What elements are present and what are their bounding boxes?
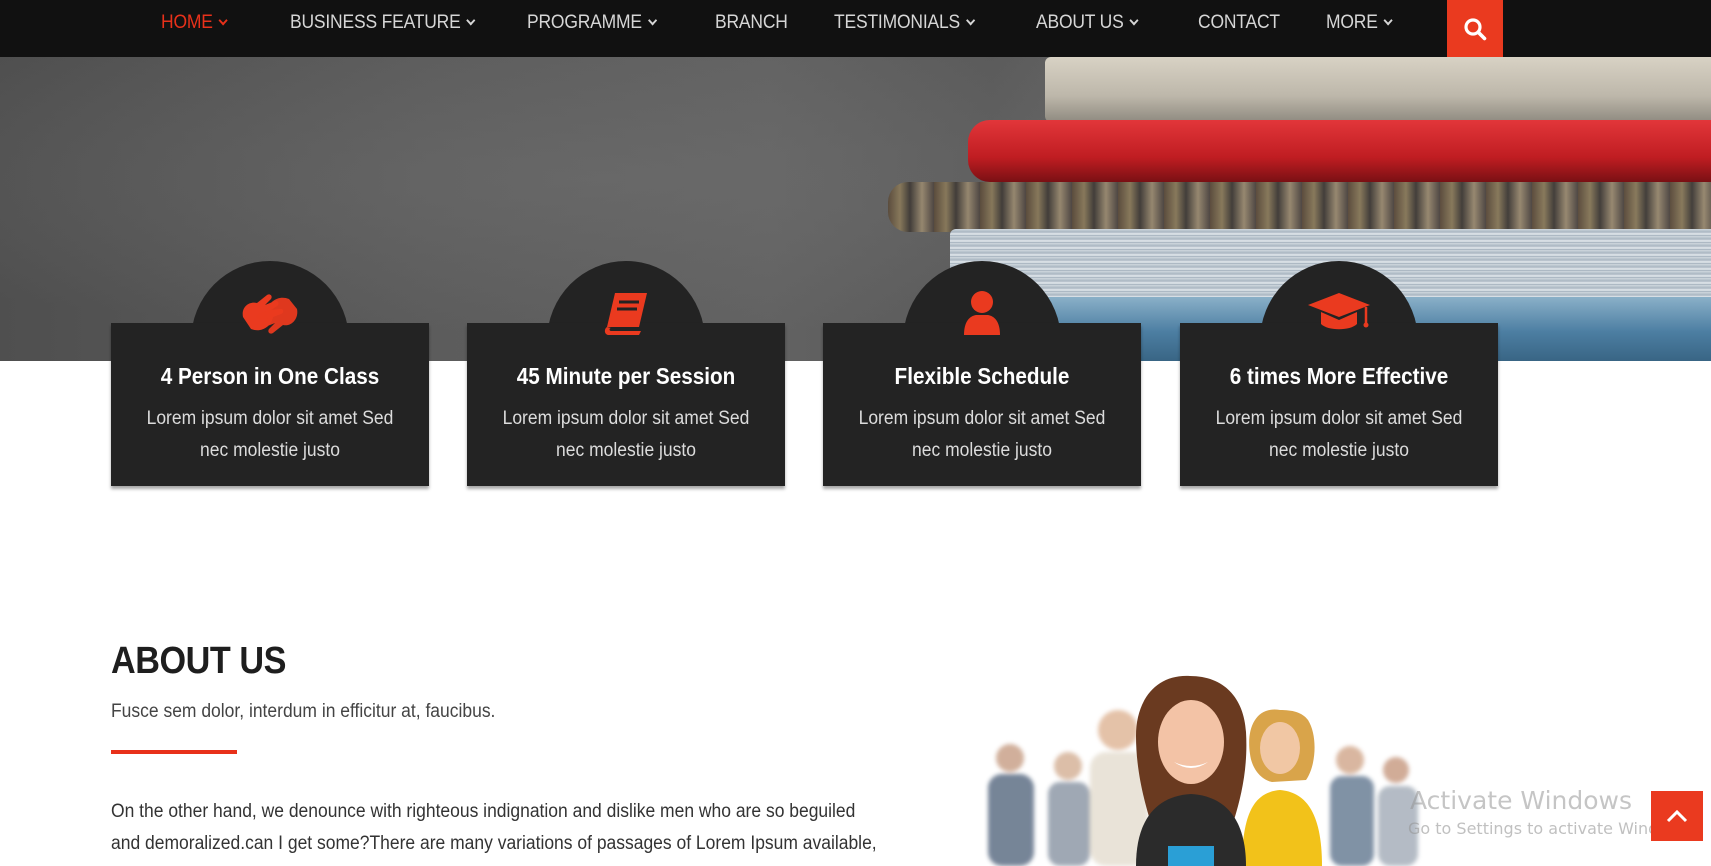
feature-text: Lorem ipsum dolor sit amet Sed nec moles… bbox=[1215, 408, 1463, 461]
chevron-down-icon bbox=[966, 15, 976, 26]
book-icon bbox=[586, 283, 666, 343]
feature-card-2: 45 Minute per Session Lorem ipsum dolor … bbox=[467, 323, 785, 486]
nav-contact-label: CONTACT bbox=[1198, 12, 1280, 33]
about-subtitle: Fusce sem dolor, interdum in efficitur a… bbox=[111, 701, 496, 722]
chevron-up-icon bbox=[1666, 809, 1688, 823]
students-photo bbox=[950, 670, 1470, 866]
feature-text: Lorem ipsum dolor sit amet Sed nec moles… bbox=[858, 408, 1106, 461]
nav-home-label: HOME bbox=[161, 12, 213, 33]
feature-card-4: 6 times More Effective Lorem ipsum dolor… bbox=[1180, 323, 1498, 486]
nav-more-label: MORE bbox=[1326, 12, 1378, 33]
activate-windows-title: Activate Windows bbox=[1410, 786, 1632, 815]
feature-card-3: Flexible Schedule Lorem ipsum dolor sit … bbox=[823, 323, 1141, 486]
search-button[interactable] bbox=[1447, 0, 1503, 57]
feature-title: 45 Minute per Session bbox=[516, 363, 736, 389]
nav-home[interactable]: HOME bbox=[161, 0, 228, 45]
nav-about-us[interactable]: ABOUT US bbox=[1036, 0, 1139, 45]
nav-branch[interactable]: BRANCH bbox=[715, 0, 788, 45]
nav-business-feature-label: BUSINESS FEATURE bbox=[290, 12, 461, 33]
chevron-down-icon bbox=[1129, 15, 1139, 26]
hero-book-pattern bbox=[888, 182, 1711, 232]
chevron-down-icon bbox=[1383, 15, 1393, 26]
hero-book-red bbox=[968, 120, 1711, 182]
nav-contact[interactable]: CONTACT bbox=[1198, 0, 1280, 45]
top-navbar: HOME BUSINESS FEATURE PROGRAMME BRANCH T… bbox=[0, 0, 1711, 57]
feature-text: Lorem ipsum dolor sit amet Sed nec moles… bbox=[502, 408, 750, 461]
feature-card-1: 4 Person in One Class Lorem ipsum dolor … bbox=[111, 323, 429, 486]
nav-testimonials[interactable]: TESTIMONIALS bbox=[834, 0, 976, 45]
chevron-down-icon bbox=[218, 15, 228, 26]
hero-book-top bbox=[1045, 57, 1711, 122]
nav-testimonials-label: TESTIMONIALS bbox=[834, 12, 961, 33]
chevron-down-icon bbox=[647, 15, 658, 26]
nav-about-us-label: ABOUT US bbox=[1036, 12, 1124, 33]
feature-title: 6 times More Effective bbox=[1229, 363, 1449, 389]
nav-more[interactable]: MORE bbox=[1326, 0, 1393, 45]
nav-branch-label: BRANCH bbox=[715, 12, 788, 33]
about-body-text: On the other hand, we denounce with righ… bbox=[111, 801, 877, 866]
sign-language-icon bbox=[230, 283, 310, 343]
nav-programme-label: PROGRAMME bbox=[527, 12, 642, 33]
chevron-down-icon bbox=[466, 15, 476, 26]
about-divider bbox=[111, 750, 237, 754]
search-icon bbox=[1464, 17, 1487, 40]
user-icon bbox=[942, 283, 1022, 343]
about-title: ABOUT US bbox=[111, 640, 287, 682]
feature-title: 4 Person in One Class bbox=[160, 363, 380, 389]
nav-business-feature[interactable]: BUSINESS FEATURE bbox=[290, 0, 476, 45]
graduation-cap-icon bbox=[1299, 283, 1379, 343]
feature-text: Lorem ipsum dolor sit amet Sed nec moles… bbox=[146, 408, 394, 461]
back-to-top-button[interactable] bbox=[1651, 791, 1703, 841]
feature-title: Flexible Schedule bbox=[894, 363, 1070, 389]
nav-programme[interactable]: PROGRAMME bbox=[527, 0, 658, 45]
